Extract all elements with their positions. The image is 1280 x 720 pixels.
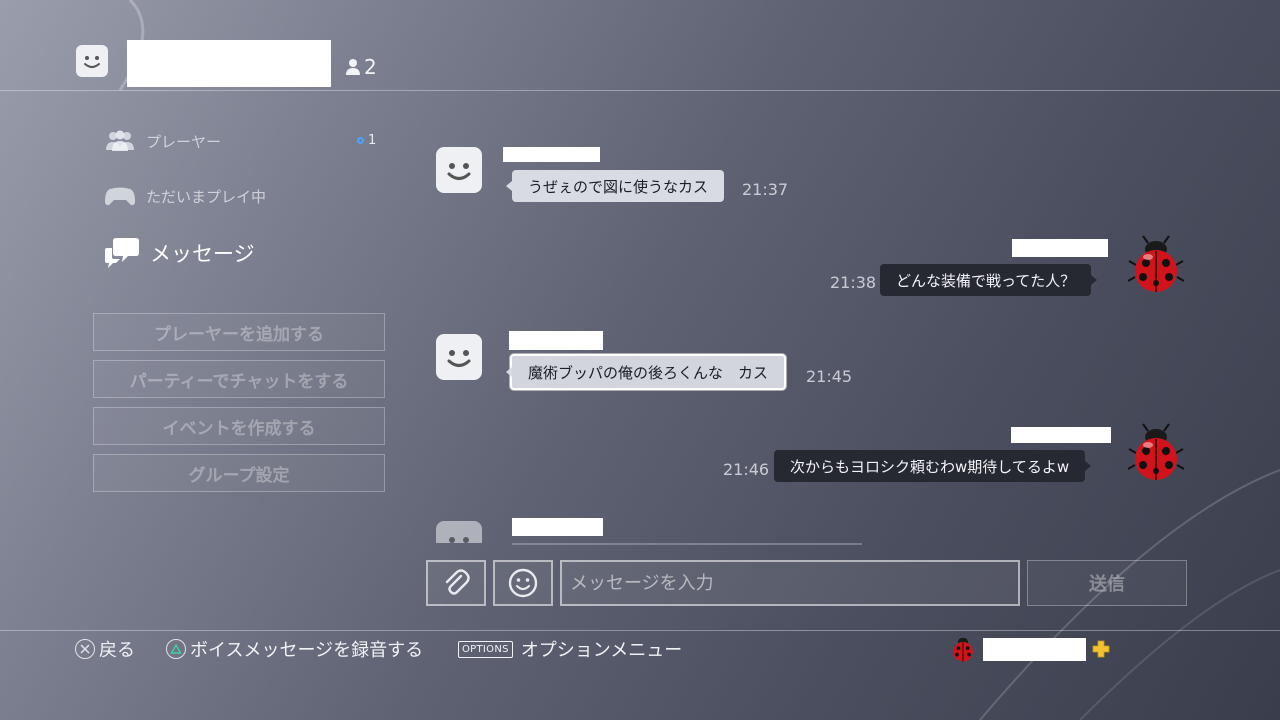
- sidebar-item-players[interactable]: プレーヤー: [104, 130, 221, 152]
- message-text: うぜぇので図に使うなカス: [528, 177, 709, 196]
- footer-divider: [0, 630, 1280, 631]
- add-player-label: プレーヤーを追加する: [154, 324, 324, 345]
- header-divider: [0, 90, 1280, 91]
- message-text: 魔術ブッパの俺の後ろくんな カス: [528, 363, 769, 382]
- member-count-value: 2: [364, 55, 377, 79]
- triangle-button-icon: [166, 639, 186, 659]
- sidebar-item-messages[interactable]: メッセージ: [104, 236, 255, 270]
- options-menu-hint[interactable]: OPTIONS オプションメニュー: [458, 636, 682, 662]
- sidebar-item-now-playing[interactable]: ただいまプレイ中: [104, 185, 266, 207]
- group-settings-button[interactable]: グループ設定: [93, 454, 385, 492]
- voice-message-label: ボイスメッセージを録音する: [190, 640, 424, 661]
- message-bubble-faded: [512, 543, 862, 545]
- sender-avatar[interactable]: [436, 521, 482, 543]
- voice-message-hint[interactable]: ボイスメッセージを録音する: [166, 636, 423, 662]
- message-time: 21:37: [742, 180, 789, 199]
- person-icon: [346, 59, 360, 75]
- group-name-redacted: [127, 40, 331, 87]
- message-bubble[interactable]: どんな装備で戦ってた人？: [880, 264, 1098, 296]
- message-bubble-selected[interactable]: 魔術ブッパの俺の後ろくんな カス: [505, 354, 787, 390]
- sender-name-redacted: [1011, 427, 1111, 443]
- messages-icon: [105, 238, 139, 268]
- message-bubble[interactable]: 次からもヨロシク頼むわw期待してるよw: [774, 450, 1092, 482]
- back-hint[interactable]: 戻る: [75, 636, 135, 662]
- back-label: 戻る: [99, 640, 135, 661]
- party-chat-label: パーティーでチャットをする: [129, 371, 349, 392]
- players-badge: 1: [357, 133, 376, 148]
- create-event-label: イベントを作成する: [162, 418, 316, 439]
- sender-name-redacted: [509, 331, 603, 350]
- emoji-button[interactable]: [493, 560, 553, 606]
- options-key-icon: OPTIONS: [458, 640, 513, 658]
- sidebar-item-label: ただいまプレイ中: [146, 187, 267, 206]
- sidebar-item-label: プレーヤー: [146, 132, 222, 151]
- message-time: 21:45: [806, 367, 853, 386]
- message-time: 21:38: [830, 273, 877, 292]
- message-time: 21:46: [723, 460, 770, 479]
- send-label: 送信: [1089, 574, 1125, 595]
- players-icon: [106, 130, 134, 151]
- party-chat-button[interactable]: パーティーでチャットをする: [93, 360, 385, 398]
- options-menu-label: オプションメニュー: [520, 640, 683, 661]
- user-avatar-icon: [953, 637, 973, 662]
- sender-name-redacted: [512, 518, 603, 536]
- smiley-icon: [508, 568, 538, 598]
- ladybug-avatar-icon[interactable]: [1128, 423, 1184, 483]
- send-button[interactable]: 送信: [1027, 560, 1187, 606]
- sidebar-item-label: メッセージ: [150, 242, 255, 266]
- sender-name-redacted: [1012, 239, 1108, 257]
- message-input[interactable]: [560, 560, 1020, 606]
- players-badge-count: 1: [368, 133, 377, 148]
- message-text: 次からもヨロシク頼むわw期待してるよw: [790, 457, 1070, 476]
- create-event-button[interactable]: イベントを作成する: [93, 407, 385, 445]
- controller-icon: [105, 187, 135, 206]
- ps-plus-icon: [1092, 640, 1110, 658]
- ladybug-avatar-icon[interactable]: [1128, 235, 1184, 295]
- attach-button[interactable]: [426, 560, 486, 606]
- sender-avatar[interactable]: [436, 147, 482, 193]
- sender-name-redacted: [503, 147, 600, 162]
- member-count: 2: [345, 55, 377, 79]
- group-settings-label: グループ設定: [188, 465, 290, 486]
- message-text: どんな装備で戦ってた人？: [896, 271, 1076, 290]
- group-avatar-icon: [76, 45, 108, 77]
- user-name-redacted: [983, 638, 1086, 661]
- message-bubble[interactable]: うぜぇので図に使うなカス: [505, 170, 725, 202]
- paperclip-icon: [445, 569, 470, 595]
- sender-avatar[interactable]: [436, 334, 482, 380]
- cross-button-icon: [75, 639, 95, 659]
- add-player-button[interactable]: プレーヤーを追加する: [93, 313, 385, 351]
- online-dot-icon: [357, 137, 364, 144]
